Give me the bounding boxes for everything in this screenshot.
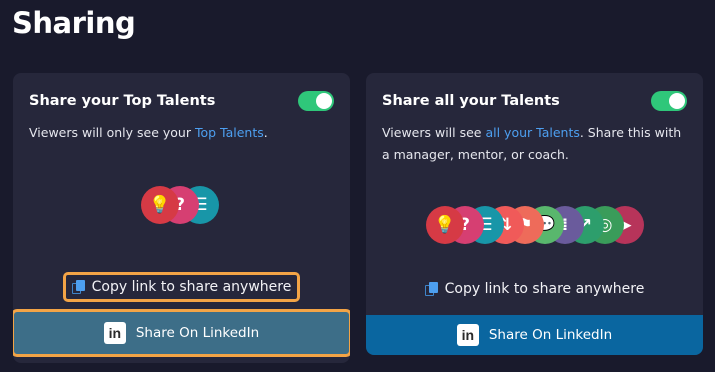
share-linkedin-button[interactable]: in Share On LinkedIn (366, 315, 703, 355)
all-talents-link[interactable]: all your Talents (485, 125, 579, 140)
lightbulb-icon: 💡 (141, 186, 179, 224)
lightbulb-icon: 💡 (426, 206, 464, 244)
top-talents-link[interactable]: Top Talents (195, 125, 264, 140)
talent-icons: 💡? ☰ ⇅ ⚑ 💬 ⁞ ↗ ◎ ▶ (426, 206, 646, 246)
card-description: Viewers will see all your Talents. Share… (382, 122, 685, 166)
share-linkedin-label: Share On LinkedIn (135, 325, 260, 341)
linkedin-icon: in (103, 322, 126, 344)
copy-row: Copy link to share anywhere (13, 272, 350, 302)
description-suffix: . (263, 125, 268, 140)
copy-link-button[interactable]: Copy link to share anywhere (62, 272, 301, 302)
copy-row: Copy link to share anywhere (366, 277, 703, 301)
description-text: Viewers will see (382, 125, 486, 140)
copy-link-label: Copy link to share anywhere (444, 281, 645, 297)
talent-icons: 💡? ☰ (141, 186, 231, 226)
all-talents-card: Share all your Talents Viewers will see … (366, 73, 703, 355)
toggle-knob (669, 93, 685, 109)
copy-icon (424, 281, 439, 297)
toggle-knob (316, 93, 332, 109)
share-linkedin-label: Share On LinkedIn (488, 327, 613, 343)
page-title: Sharing (12, 6, 136, 40)
share-top-talents-toggle[interactable] (298, 91, 334, 111)
top-talents-card: Share your Top Talents Viewers will only… (13, 73, 350, 363)
card-description: Viewers will only see your Top Talents. (29, 122, 332, 144)
card-title: Share your Top Talents (29, 93, 216, 109)
copy-link-label: Copy link to share anywhere (91, 279, 292, 295)
description-text: Viewers will only see your (29, 125, 195, 140)
linkedin-icon: in (456, 324, 479, 346)
copy-icon (71, 279, 86, 295)
share-all-talents-toggle[interactable] (651, 91, 687, 111)
card-header: Share all your Talents (382, 91, 687, 111)
copy-link-button[interactable]: Copy link to share anywhere (419, 277, 651, 301)
card-header: Share your Top Talents (29, 91, 334, 111)
card-title: Share all your Talents (382, 93, 560, 109)
share-linkedin-button[interactable]: in Share On LinkedIn (13, 309, 350, 357)
